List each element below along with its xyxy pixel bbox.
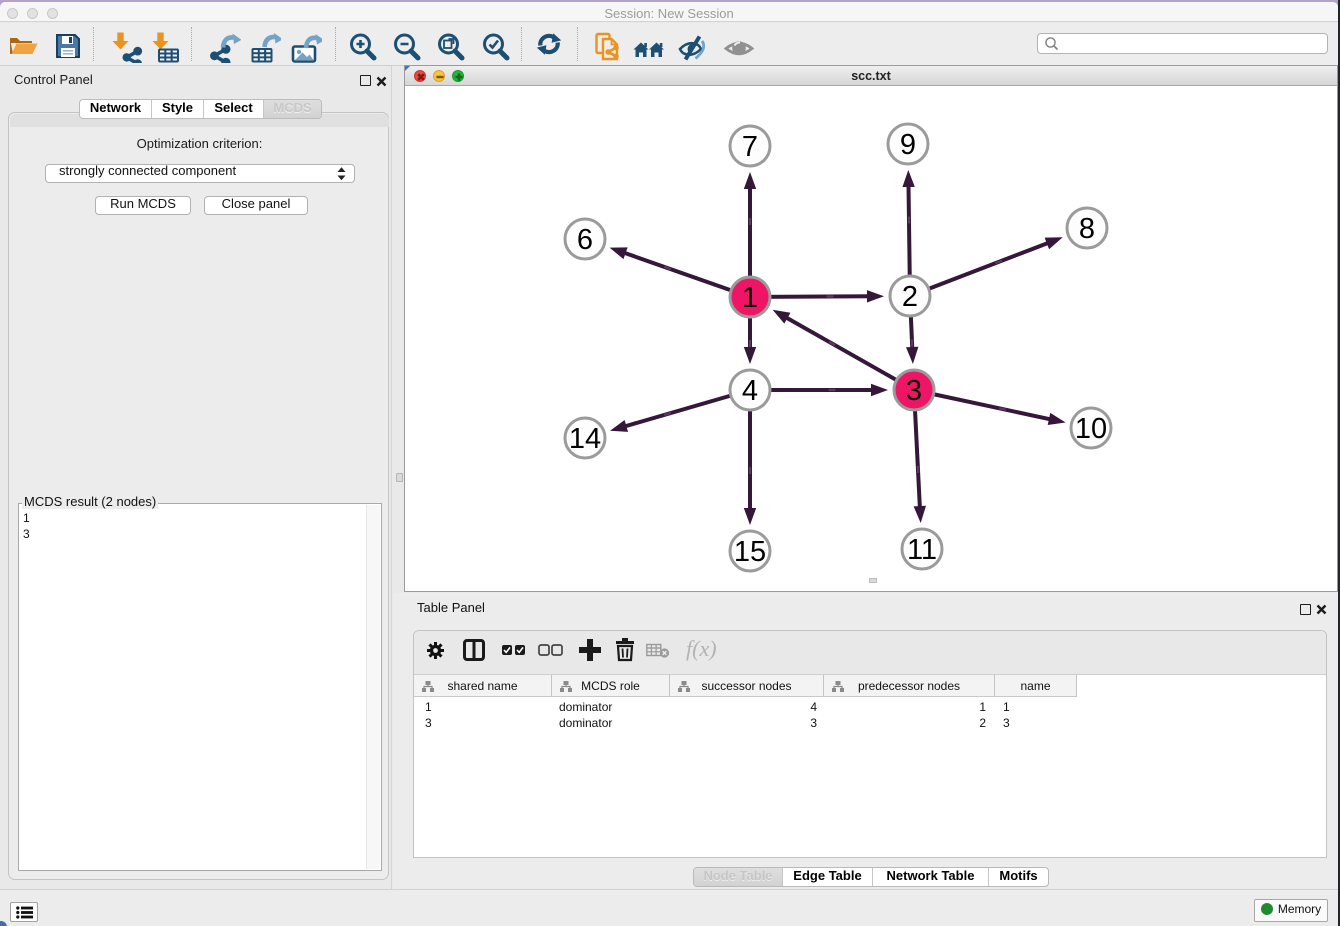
svg-text:2: 2 — [902, 281, 918, 313]
svg-text:7: 7 — [742, 131, 758, 163]
svg-text:14: 14 — [569, 423, 601, 455]
svg-text:9: 9 — [900, 129, 916, 161]
svg-text:6: 6 — [577, 224, 593, 256]
svg-text:15: 15 — [734, 536, 766, 568]
svg-text:8: 8 — [1079, 213, 1095, 245]
svg-text:3: 3 — [906, 375, 922, 407]
svg-text:1: 1 — [742, 282, 758, 314]
svg-text:11: 11 — [907, 534, 937, 566]
svg-text:10: 10 — [1075, 413, 1107, 445]
svg-text:4: 4 — [742, 375, 758, 407]
